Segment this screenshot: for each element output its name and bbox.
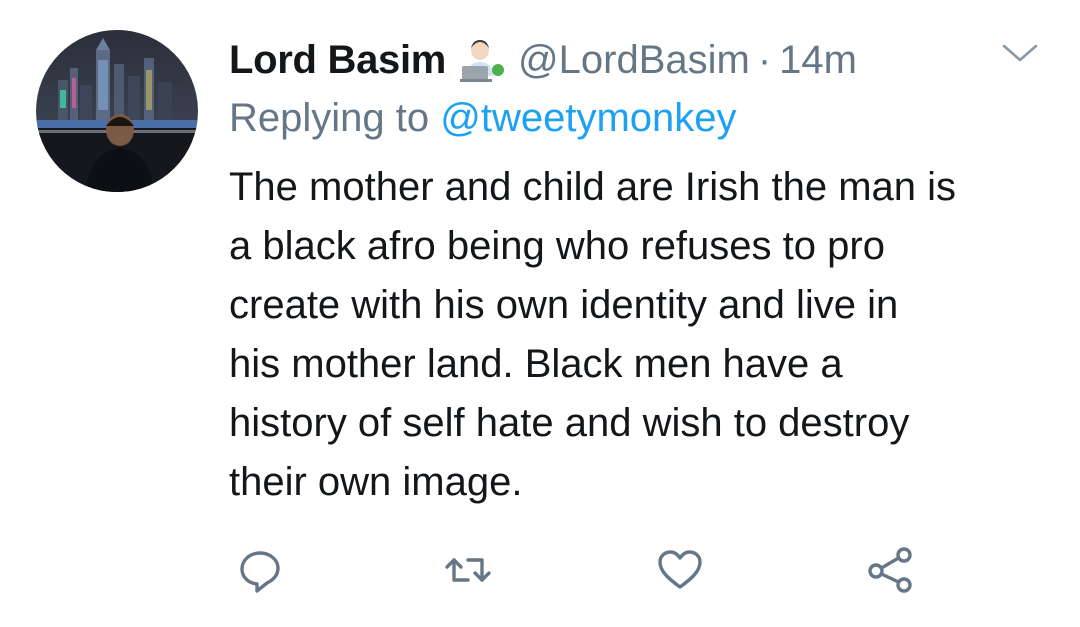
chevron-down-icon[interactable] (1000, 40, 1040, 66)
avatar[interactable] (36, 30, 198, 192)
reply-icon (240, 551, 280, 593)
share-icon (868, 547, 912, 593)
like-button[interactable] (656, 546, 704, 594)
tweet-text-line: history of self hate and wish to destroy (229, 401, 910, 445)
reply-button[interactable] (236, 546, 284, 594)
replying-to-line: Replying to @tweetymonkey (229, 96, 737, 141)
heart-icon (658, 550, 702, 589)
tweet-header: Lord Basim @LordBasim · 14m (229, 36, 857, 84)
tweet[interactable]: Lord Basim @LordBasim · 14m Replying to … (0, 0, 1080, 627)
reply-prefix: Replying to (229, 96, 430, 140)
reply-mention-link[interactable]: @tweetymonkey (440, 96, 736, 140)
timestamp[interactable]: 14m (779, 38, 857, 83)
user-handle[interactable]: @LordBasim (518, 38, 750, 83)
retweet-icon (445, 558, 491, 582)
technologist-emoji-icon (458, 36, 508, 84)
share-button[interactable] (866, 546, 914, 594)
separator-dot: · (757, 37, 772, 82)
tweet-text-line: a black afro being who refuses to pro (229, 224, 885, 268)
tweet-actions (0, 546, 1080, 596)
display-name[interactable]: Lord Basim (229, 38, 446, 83)
tweet-text-line: his mother land. Black men have a (229, 342, 843, 386)
tweet-text-line: create with his own identity and live in (229, 283, 899, 327)
retweet-button[interactable] (444, 546, 492, 594)
tweet-text: The mother and child are Irish the man i… (229, 158, 1049, 512)
tweet-text-line: The mother and child are Irish the man i… (229, 165, 957, 209)
tweet-text-line: their own image. (229, 460, 523, 504)
